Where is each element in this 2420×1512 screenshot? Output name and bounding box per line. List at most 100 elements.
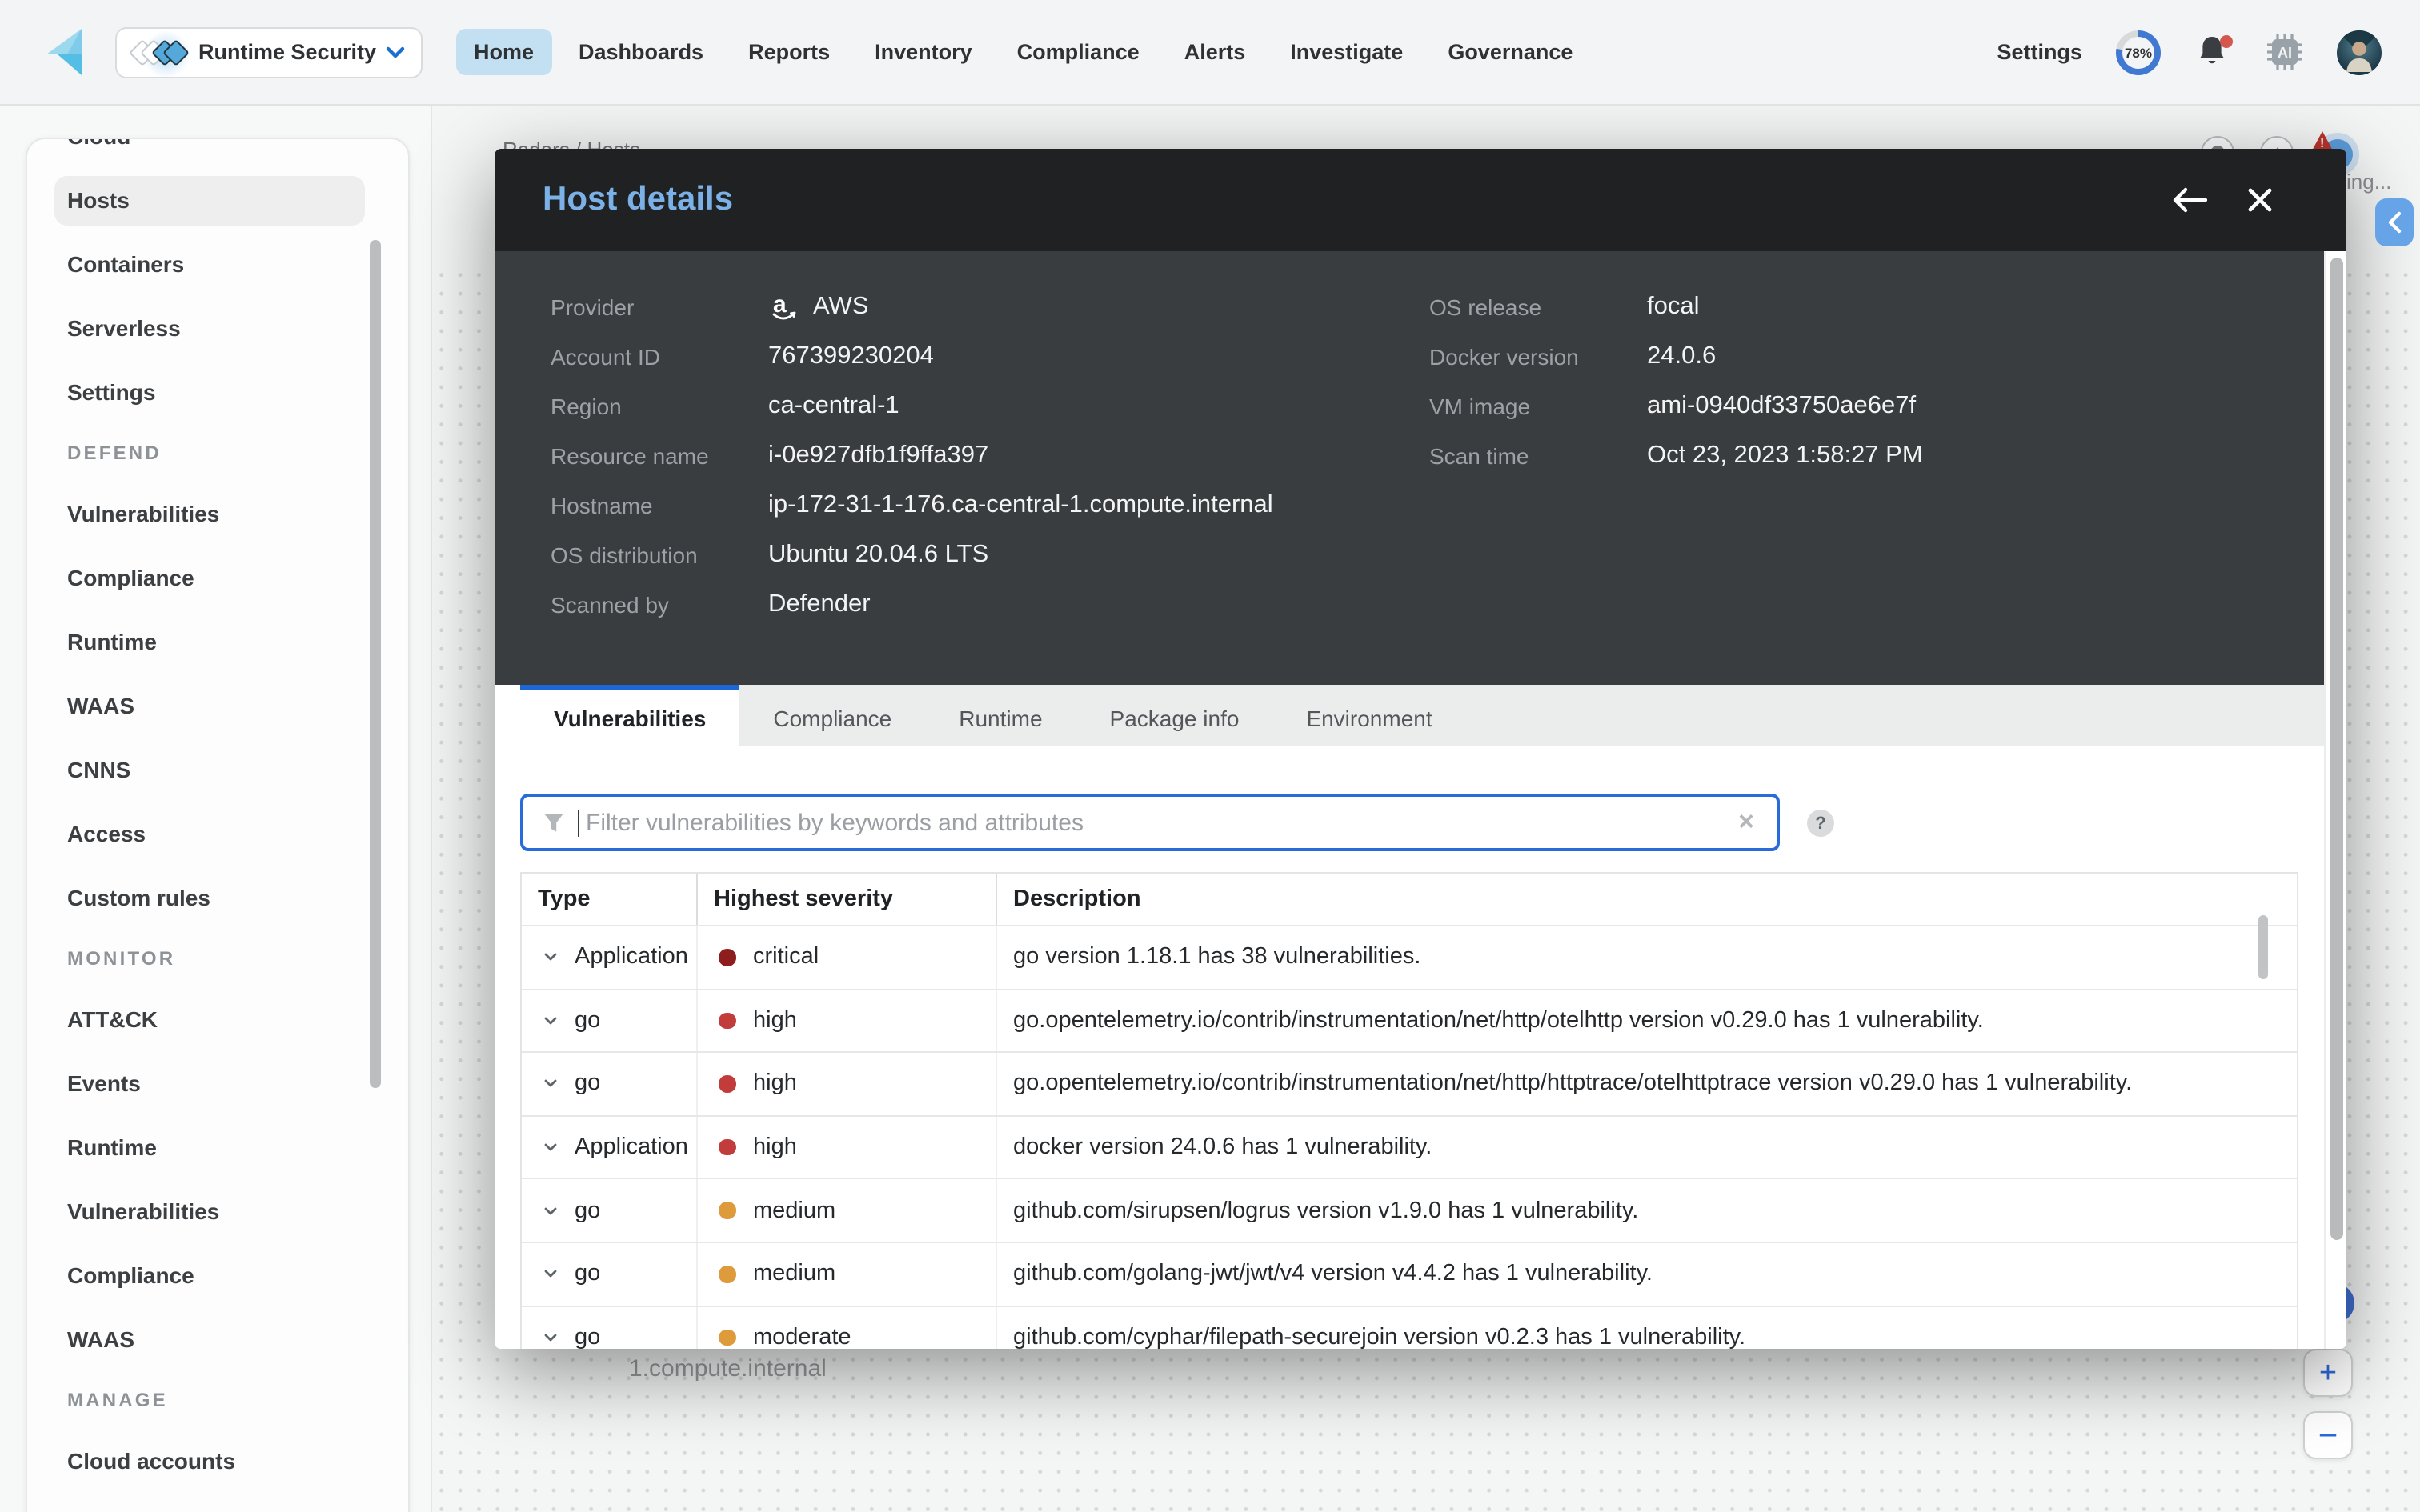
nav-item-governance[interactable]: Governance (1430, 29, 1590, 75)
severity-label: medium (753, 1261, 836, 1287)
sidebar-item-events[interactable]: Events (27, 1051, 408, 1115)
severity-label: high (753, 1070, 797, 1097)
usage-ring-indicator[interactable]: 78% (2116, 30, 2161, 74)
top-navigation-bar: Runtime Security Home Dashboards Reports In… (0, 0, 2420, 106)
severity-label: medium (753, 1198, 836, 1224)
table-scrollbar-thumb[interactable] (2258, 915, 2268, 979)
nav-item-reports[interactable]: Reports (731, 29, 847, 75)
sidebar-item-vulnerabilities[interactable]: Vulnerabilities (27, 1179, 408, 1243)
nav-item-investigate[interactable]: Investigate (1272, 29, 1420, 75)
table-row[interactable]: go high go.opentelemetry.io/contrib/instru… (522, 988, 2297, 1052)
sidebar-item-compliance[interactable]: Compliance (27, 546, 408, 610)
cell-description: github.com/sirupsen/logrus version v1.9.… (997, 1180, 2297, 1242)
table-row[interactable]: Application critical go version 1.18.1 has… (522, 925, 2297, 989)
collapse-panel-button[interactable] (2375, 198, 2414, 246)
sidebar-item-access[interactable]: Access (27, 802, 408, 866)
sidebar-item-waas[interactable]: WAAS (27, 674, 408, 738)
tab-package-info[interactable]: Package info (1076, 685, 1273, 746)
sidebar-item-att-ck[interactable]: ATT&CK (27, 987, 408, 1051)
sidebar-item-waas[interactable]: WAAS (27, 1307, 408, 1371)
row-expand-chevron-icon[interactable] (543, 1076, 559, 1092)
primary-nav: Home Dashboards Reports Inventory Compliance… (456, 29, 1590, 75)
tab-environment[interactable]: Environment (1272, 685, 1465, 746)
tab-runtime[interactable]: Runtime (925, 685, 1076, 746)
sidebar-item-hosts[interactable]: Hosts (27, 168, 408, 232)
sidebar-item-label: Compliance (67, 565, 194, 590)
sidebar-item-cloud-accounts[interactable]: Cloud accounts (27, 1429, 408, 1493)
table-row[interactable]: go moderate github.com/cyphar/filepath-sec… (522, 1305, 2297, 1349)
field-row-os-release: OS release focal (1429, 282, 1923, 331)
field-value-region: ca-central-1 (768, 391, 899, 418)
modal-body: Vulnerabilities Compliance Runtime Package … (495, 685, 2346, 1349)
sidebar-item-compliance[interactable]: Compliance (27, 1243, 408, 1307)
description-text: go.opentelemetry.io/contrib/instrumentat… (1013, 1070, 2133, 1097)
aws-provider-icon: a (772, 290, 796, 319)
sidebar-scrollbar-thumb[interactable] (370, 240, 381, 1088)
modal-tabs: Vulnerabilities Compliance Runtime Package … (520, 685, 2324, 746)
cell-description: go.opentelemetry.io/contrib/instrumentat… (997, 1053, 2297, 1114)
sidebar-item-cloud[interactable]: Cloud (27, 139, 408, 168)
row-expand-chevron-icon[interactable] (543, 1202, 559, 1218)
row-expand-chevron-icon[interactable] (543, 1013, 559, 1029)
row-expand-chevron-icon[interactable] (543, 1139, 559, 1155)
product-switcher-dropdown[interactable]: Runtime Security (115, 26, 423, 78)
zoom-in-button[interactable]: + (2303, 1349, 2353, 1397)
sidebar-item-label: Events (67, 1070, 141, 1096)
field-label-account-id: Account ID (551, 343, 660, 369)
row-expand-chevron-icon[interactable] (543, 950, 559, 966)
filter-funnel-icon (544, 814, 563, 832)
cell-type: go (522, 1306, 698, 1349)
nav-item-compliance[interactable]: Compliance (1000, 29, 1157, 75)
clear-filter-icon[interactable]: × (1735, 806, 1757, 838)
field-row-docker-version: Docker version 24.0.6 (1429, 331, 1923, 381)
sidebar-card: Cloud Hosts Containers Serverless Settings DE… (26, 138, 410, 1512)
vulnerability-filter-input[interactable]: Filter vulnerabilities by keywords and a… (520, 794, 1780, 851)
nav-item-alerts[interactable]: Alerts (1167, 29, 1264, 75)
zoom-out-button[interactable]: − (2303, 1411, 2353, 1459)
table-row[interactable]: go medium github.com/golang-jwt/jwt/v4 ver… (522, 1241, 2297, 1306)
user-avatar[interactable] (2337, 30, 2382, 74)
field-label-provider: Provider (551, 294, 635, 319)
close-button[interactable] (2241, 181, 2279, 219)
back-button[interactable] (2170, 181, 2209, 219)
sidebar-item-vulnerabilities[interactable]: Vulnerabilities (27, 482, 408, 546)
sidebar-item-containers[interactable]: Containers (27, 232, 408, 296)
notifications-bell-icon[interactable] (2194, 33, 2233, 71)
sidebar-item-serverless[interactable]: Serverless (27, 296, 408, 360)
sidebar-item-label: Custom rules (67, 885, 210, 910)
settings-link[interactable]: Settings (1997, 40, 2082, 64)
sidebar-item-cnns[interactable]: CNNS (27, 738, 408, 802)
sidebar-item-runtime[interactable]: Runtime (27, 610, 408, 674)
table-row[interactable]: Application high docker version 24.0.6 has… (522, 1114, 2297, 1178)
filter-help-button[interactable]: ? (1807, 810, 1834, 837)
sidebar-item-settings[interactable]: Settings (27, 360, 408, 424)
nav-item-dashboards[interactable]: Dashboards (561, 29, 721, 75)
ai-chip-icon[interactable]: AI (2266, 34, 2303, 70)
svg-text:AI: AI (2278, 45, 2292, 61)
sidebar-item-label: Runtime (67, 1134, 157, 1160)
field-label-os-distribution: OS distribution (551, 542, 698, 567)
sidebar-item-label: Vulnerabilities (67, 501, 220, 526)
cell-type: go (522, 990, 698, 1052)
table-header-row: Type Highest severity Description (522, 874, 2297, 925)
product-switcher-diamonds-icon (129, 30, 190, 78)
host-node-label-fragment: 1.compute.internal (629, 1355, 827, 1382)
modal-scrollbar-thumb[interactable] (2330, 258, 2342, 1240)
nav-item-inventory[interactable]: Inventory (857, 29, 990, 75)
modal-scrollbar-track[interactable] (2324, 251, 2346, 1349)
usage-percent: 78% (2124, 44, 2152, 60)
sidebar-item-label: Vulnerabilities (67, 1198, 220, 1224)
sidebar-item-logs[interactable]: Logs (27, 1493, 408, 1512)
arrow-left-icon (2173, 187, 2207, 213)
filter-placeholder-text: Filter vulnerabilities by keywords and a… (586, 809, 1084, 836)
sidebar-item-runtime[interactable]: Runtime (27, 1115, 408, 1179)
tab-vulnerabilities[interactable]: Vulnerabilities (520, 685, 740, 746)
row-expand-chevron-icon[interactable] (543, 1266, 559, 1282)
tab-compliance[interactable]: Compliance (739, 685, 925, 746)
row-expand-chevron-icon[interactable] (543, 1330, 559, 1346)
table-row[interactable]: go medium github.com/sirupsen/logrus versi… (522, 1178, 2297, 1242)
nav-item-home[interactable]: Home (456, 29, 552, 75)
sidebar-item-custom-rules[interactable]: Custom rules (27, 866, 408, 930)
table-row[interactable]: go high go.opentelemetry.io/contrib/instru… (522, 1051, 2297, 1115)
field-label-resource-name: Resource name (551, 442, 709, 468)
